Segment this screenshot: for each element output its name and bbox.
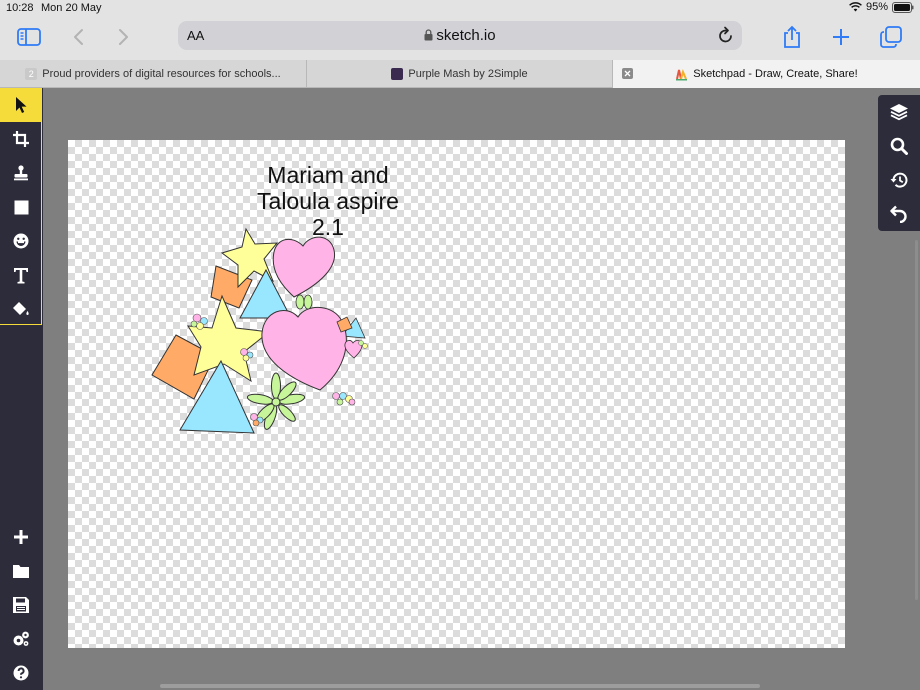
zoom-button[interactable] [878, 129, 920, 163]
horizontal-scrollbar[interactable] [160, 684, 760, 688]
lock-icon [424, 29, 433, 41]
fill-tool[interactable] [0, 292, 42, 326]
drawing-tools [0, 88, 42, 325]
emoji-tool[interactable] [0, 224, 42, 258]
reload-icon[interactable] [718, 26, 734, 49]
sketchpad-favicon [676, 68, 688, 80]
select-icon [16, 97, 27, 113]
share-icon[interactable] [779, 24, 805, 50]
zoom-icon [890, 137, 908, 155]
help-button[interactable] [0, 656, 42, 690]
save-icon [13, 597, 29, 613]
tab-label: Purple Mash by 2Simple [408, 68, 528, 80]
tab-digital-resources[interactable]: 2 Proud providers of digital resources f… [0, 60, 307, 88]
status-time: 10:28 [6, 2, 34, 14]
shape-tool[interactable] [0, 190, 42, 224]
flower-cluster-4[interactable] [332, 392, 356, 406]
pink-heart-top[interactable] [272, 236, 336, 298]
add-button[interactable] [0, 520, 42, 554]
status-right: 95% [849, 1, 914, 13]
tab-label: Proud providers of digital resources for… [42, 68, 281, 80]
undo-icon [890, 205, 907, 223]
open-button[interactable] [0, 554, 42, 588]
stamp-tool[interactable] [0, 156, 42, 190]
drawing-canvas[interactable]: Mariam and Taloula aspire 2.1 [68, 140, 845, 648]
url-display[interactable]: sketch.io [178, 27, 742, 44]
back-icon[interactable] [66, 24, 92, 50]
close-tab-icon[interactable] [622, 68, 633, 79]
save-button[interactable] [0, 588, 42, 622]
stamp-icon [14, 165, 28, 181]
address-bar[interactable]: AA sketch.io [178, 21, 742, 50]
help-icon [13, 665, 29, 681]
select-tool[interactable] [0, 88, 42, 122]
battery-icon [892, 1, 914, 13]
add-icon [14, 530, 28, 544]
emoji-icon [13, 233, 29, 249]
history-icon [890, 172, 908, 188]
sticker-group[interactable] [68, 140, 845, 648]
status-bar: 10:28 Mon 20 May 95% [0, 0, 920, 16]
tab-label: Sketchpad - Draw, Create, Share! [693, 68, 858, 80]
new-tab-icon[interactable] [828, 24, 854, 50]
folder-icon [13, 565, 29, 578]
left-tool-panel [0, 88, 43, 690]
wifi-icon [849, 2, 862, 12]
text-icon [14, 267, 28, 283]
shape-icon [14, 200, 28, 214]
tab-purple-mash[interactable]: Purple Mash by 2Simple [307, 60, 613, 88]
sidebar-icon[interactable] [16, 24, 42, 50]
layers-button[interactable] [878, 95, 920, 129]
battery-percent: 95% [865, 1, 888, 13]
tab-sketchpad[interactable]: Sketchpad - Draw, Create, Share! [613, 60, 920, 88]
fill-icon [13, 302, 29, 315]
crop-tool[interactable] [0, 122, 42, 156]
tab-favicon [391, 68, 404, 80]
text-tool[interactable] [0, 258, 42, 292]
settings-icon [13, 631, 29, 646]
layers-icon [890, 104, 908, 121]
tab-bar: 2 Proud providers of digital resources f… [0, 60, 920, 88]
tab-favicon: 2 [25, 68, 38, 80]
history-button[interactable] [878, 163, 920, 197]
tabs-overview-icon[interactable] [878, 24, 904, 50]
undo-button[interactable] [878, 197, 920, 231]
green-flower-small[interactable] [295, 294, 313, 310]
url-host: sketch.io [436, 27, 496, 44]
status-date: Mon 20 May [41, 2, 102, 14]
right-tool-panel [878, 95, 920, 231]
settings-button[interactable] [0, 622, 42, 656]
forward-icon[interactable] [110, 24, 136, 50]
vertical-scrollbar[interactable] [915, 240, 918, 600]
crop-icon [13, 131, 29, 147]
